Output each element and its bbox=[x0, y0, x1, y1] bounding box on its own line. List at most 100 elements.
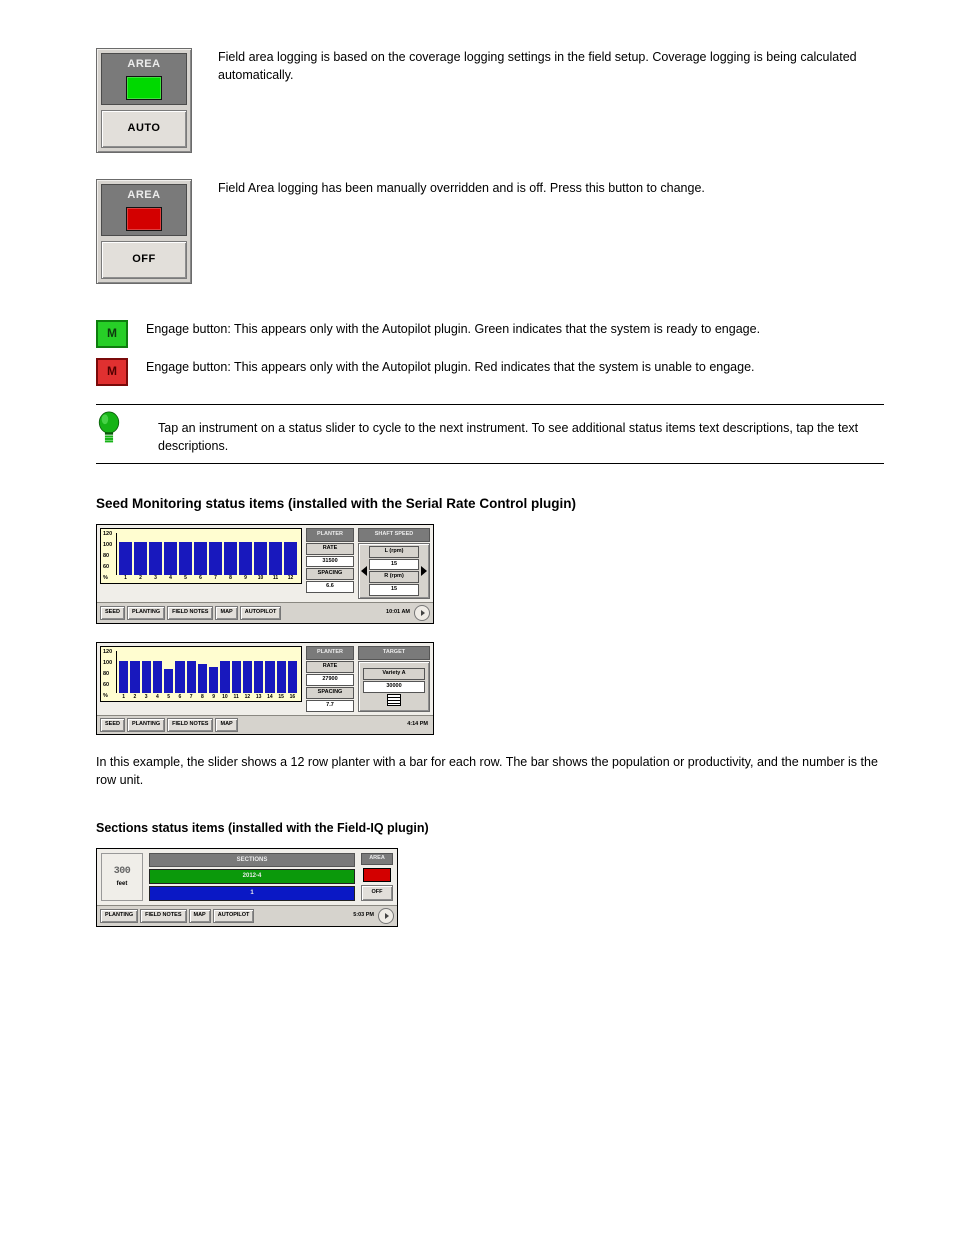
area-mini-widget: AREA OFF bbox=[361, 853, 393, 901]
clock-time: 5:03 PM bbox=[353, 912, 374, 920]
tab-map[interactable]: MAP bbox=[189, 909, 211, 923]
row-bar-label: 6 bbox=[178, 694, 181, 701]
row-bar-label: 6 bbox=[199, 575, 202, 582]
area-title: AREA bbox=[102, 57, 186, 73]
tab-autopilot[interactable]: AUTOPILOT bbox=[213, 909, 255, 923]
seed-monitor-screenshot-1: 1201008060% 123456789101112 PLANTER RATE… bbox=[96, 524, 434, 625]
tab-field-notes[interactable]: FIELD NOTES bbox=[167, 606, 213, 620]
area-off-description: Field Area logging has been manually ove… bbox=[218, 181, 705, 195]
tab-planting[interactable]: PLANTING bbox=[100, 909, 138, 923]
seed-monitoring-heading: Seed Monitoring status items (installed … bbox=[96, 494, 884, 514]
keypad-icon[interactable] bbox=[387, 694, 401, 706]
row-bar: 2 bbox=[130, 661, 139, 694]
row-bar-label: 12 bbox=[288, 575, 294, 582]
row-bar: 8 bbox=[198, 664, 207, 693]
rate-label-2: RATE bbox=[306, 661, 354, 673]
area-status-indicator-red bbox=[126, 207, 162, 231]
area-mini-off-button[interactable]: OFF bbox=[361, 885, 393, 901]
row-bar-label: 12 bbox=[245, 694, 251, 701]
row-bar: 4 bbox=[164, 542, 177, 575]
run-screen-icon[interactable] bbox=[414, 605, 430, 621]
shaft-speed-label: SHAFT SPEED bbox=[358, 528, 430, 542]
r-rpm-label: R (rpm) bbox=[369, 571, 419, 583]
sections-header: SECTIONS bbox=[149, 853, 355, 868]
sections-screenshot: 300 feet SECTIONS 2012-4 1 AREA OFF PLAN… bbox=[96, 848, 398, 927]
row-bar-label: 7 bbox=[214, 575, 217, 582]
engage-red-description: Engage button: This appears only with th… bbox=[146, 360, 755, 374]
row-bar: 13 bbox=[254, 661, 263, 694]
row-bar-label: 10 bbox=[222, 694, 228, 701]
spacing-label-2: SPACING bbox=[306, 687, 354, 699]
row-bar: 12 bbox=[243, 661, 252, 694]
area-title-off: AREA bbox=[102, 188, 186, 204]
spacing-label: SPACING bbox=[306, 568, 354, 580]
shaft-speed-prev-icon[interactable] bbox=[361, 566, 367, 576]
tab-seed[interactable]: SEED bbox=[100, 606, 125, 620]
target-value: 30000 bbox=[363, 681, 424, 693]
row-bar: 1 bbox=[119, 542, 132, 575]
row-bar-label: 11 bbox=[273, 575, 278, 582]
row-bar-label: 5 bbox=[184, 575, 187, 582]
shaft-speed-next-icon[interactable] bbox=[421, 566, 427, 576]
row-bar-label: 2 bbox=[139, 575, 142, 582]
target-label: TARGET bbox=[358, 646, 430, 660]
lightbulb-icon bbox=[96, 411, 122, 447]
row-bar: 3 bbox=[142, 661, 151, 694]
row-bar-label: 11 bbox=[233, 694, 238, 701]
row-bar-label: 16 bbox=[290, 694, 296, 701]
clock-time: 10:01 AM bbox=[386, 609, 410, 617]
tab-planting[interactable]: PLANTING bbox=[127, 606, 165, 620]
l-rpm-value: 15 bbox=[369, 559, 419, 571]
area-status-indicator-green bbox=[126, 76, 162, 100]
row-bar-label: 3 bbox=[154, 575, 157, 582]
row-bar-label: 13 bbox=[256, 694, 262, 701]
row-bar-label: 8 bbox=[201, 694, 204, 701]
row-bar-label: 3 bbox=[145, 694, 148, 701]
row-bar-label: 1 bbox=[124, 575, 127, 582]
tab-map[interactable]: MAP bbox=[215, 606, 237, 620]
seed-monitor-screenshot-2: 1201008060% 12345678910111213141516 PLAN… bbox=[96, 642, 434, 735]
row-population-chart-2: 1201008060% 12345678910111213141516 bbox=[100, 646, 302, 702]
r-rpm-value: 15 bbox=[369, 584, 419, 596]
row-bar-label: 9 bbox=[244, 575, 247, 582]
row-bar: 11 bbox=[232, 661, 241, 694]
area-auto-button[interactable]: AUTO bbox=[101, 110, 187, 148]
area-mini-indicator-red bbox=[363, 868, 391, 882]
tab-field-notes[interactable]: FIELD NOTES bbox=[167, 718, 213, 732]
row-bar: 15 bbox=[277, 661, 286, 694]
row-bar: 2 bbox=[134, 542, 147, 575]
shaft-speed-panel: L (rpm) 15 R (rpm) 15 bbox=[358, 543, 430, 600]
tab-autopilot[interactable]: AUTOPILOT bbox=[240, 606, 282, 620]
row-bar-label: 1 bbox=[122, 694, 125, 701]
clock-time: 4:14 PM bbox=[407, 721, 428, 729]
run-screen-icon[interactable] bbox=[378, 908, 394, 924]
spacing-value-2: 7.7 bbox=[306, 700, 354, 712]
tab-planting[interactable]: PLANTING bbox=[127, 718, 165, 732]
tab-field-notes[interactable]: FIELD NOTES bbox=[140, 909, 186, 923]
sections-heading: Sections status items (installed with th… bbox=[96, 819, 884, 837]
area-widget-header: AREA bbox=[101, 53, 187, 105]
tip-text: Tap an instrument on a status slider to … bbox=[158, 421, 858, 453]
l-rpm-label: L (rpm) bbox=[369, 546, 419, 558]
row-bar: 10 bbox=[254, 542, 267, 575]
planter-label-2: PLANTER bbox=[306, 646, 354, 660]
row-bar-label: 10 bbox=[258, 575, 264, 582]
row-bar: 9 bbox=[239, 542, 252, 575]
row-bar: 3 bbox=[149, 542, 162, 575]
row-bar: 16 bbox=[288, 661, 297, 694]
tab-seed[interactable]: SEED bbox=[100, 718, 125, 732]
area-off-button[interactable]: OFF bbox=[101, 241, 187, 279]
seed-monitor-caption: In this example, the slider shows a 12 r… bbox=[96, 753, 884, 789]
rate-value: 31500 bbox=[306, 556, 354, 568]
row-bar: 5 bbox=[164, 669, 173, 693]
section-bar-2[interactable]: 1 bbox=[149, 886, 355, 901]
row-bar: 1 bbox=[119, 661, 128, 694]
rate-value-2: 27900 bbox=[306, 674, 354, 686]
row-population-chart: 1201008060% 123456789101112 bbox=[100, 528, 302, 584]
engage-letter-red: M bbox=[107, 363, 117, 380]
section-bar-1[interactable]: 2012-4 bbox=[149, 869, 355, 884]
area-logging-widget-auto: AREA AUTO bbox=[96, 48, 192, 153]
distance-value: 300 bbox=[114, 865, 131, 880]
target-variety: Variety A bbox=[363, 668, 424, 680]
tab-map[interactable]: MAP bbox=[215, 718, 237, 732]
